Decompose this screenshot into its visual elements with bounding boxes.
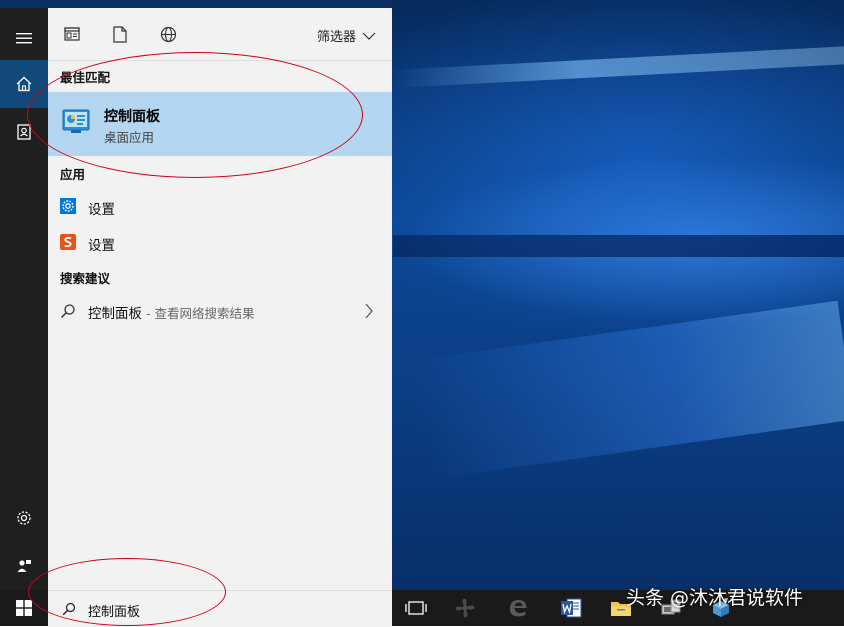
hamburger-icon [16, 33, 32, 44]
panel-toolbar: 筛选器 [48, 8, 392, 61]
top-strip [0, 0, 392, 8]
suggestion-hint: - 查看网络搜索结果 [142, 306, 255, 321]
globe-icon [160, 26, 176, 42]
pinned-app-fan-button[interactable] [454, 598, 476, 618]
suggestion-query: 控制面板 [88, 306, 142, 322]
task-view-icon [405, 601, 427, 615]
notebook-button[interactable] [0, 108, 48, 156]
apps-heading: 应用 [60, 167, 86, 182]
task-view-button[interactable] [405, 598, 427, 618]
edge-browser-icon [510, 600, 527, 617]
suggestion-text: 控制面板 - 查看网络搜索结果 [88, 302, 254, 322]
chevron-down-icon [362, 32, 376, 40]
search-results-panel: 筛选器 最佳匹配 控制面板 桌面应用 应用 设置 设置 搜索建议 控制面板 - … [48, 8, 392, 590]
home-icon [16, 76, 32, 92]
best-match-control-panel[interactable]: 控制面板 桌面应用 [48, 92, 392, 156]
taskbar-search-box[interactable]: 控制面板 [48, 590, 392, 627]
fan-icon [455, 598, 475, 618]
sogou-icon [60, 234, 76, 250]
start-left-rail [0, 8, 48, 590]
search-input[interactable]: 控制面板 [88, 601, 140, 620]
wallpaper-light-glow [411, 300, 844, 480]
documents-filter-button[interactable] [110, 24, 130, 44]
best-match-title: 控制面板 [104, 109, 160, 125]
word-app-button[interactable] [560, 598, 582, 618]
home-button[interactable] [0, 60, 48, 108]
wallpaper-dark-band [393, 235, 844, 257]
document-icon [113, 25, 127, 43]
filter-label: 筛选器 [316, 30, 356, 45]
windows-logo-icon [16, 600, 32, 616]
filter-dropdown[interactable]: 筛选器 [317, 26, 376, 45]
user-feedback-button[interactable] [0, 542, 48, 590]
web-suggestion-row[interactable]: 控制面板 - 查看网络搜索结果 [48, 294, 392, 328]
person-feedback-icon [17, 560, 31, 572]
hamburger-menu-button[interactable] [0, 14, 48, 62]
gear-icon [60, 198, 76, 214]
search-suggestions-heading: 搜索建议 [60, 271, 111, 286]
wallpaper-light-beam [392, 45, 844, 88]
app-window-icon [64, 27, 80, 41]
control-panel-icon [62, 109, 90, 133]
edge-browser-button[interactable] [507, 598, 529, 618]
word-icon [561, 598, 582, 618]
chevron-right-icon[interactable] [364, 303, 374, 319]
search-icon [62, 602, 76, 616]
notebook-icon [17, 124, 31, 140]
search-icon [60, 304, 75, 319]
app-result-label: 设置 [88, 238, 115, 254]
start-button[interactable] [0, 590, 48, 626]
app-result-settings[interactable]: 设置 [48, 190, 392, 224]
app-result-label: 设置 [88, 202, 115, 218]
apps-filter-button[interactable] [62, 24, 82, 44]
best-match-subtitle: 桌面应用 [104, 130, 155, 145]
best-match-heading: 最佳匹配 [60, 70, 111, 85]
gear-icon [17, 511, 31, 525]
web-filter-button[interactable] [158, 24, 178, 44]
settings-button[interactable] [0, 494, 48, 542]
app-result-sogou-settings[interactable]: 设置 [48, 226, 392, 260]
watermark-text: 头条 @沐沐君说软件 [626, 587, 804, 609]
